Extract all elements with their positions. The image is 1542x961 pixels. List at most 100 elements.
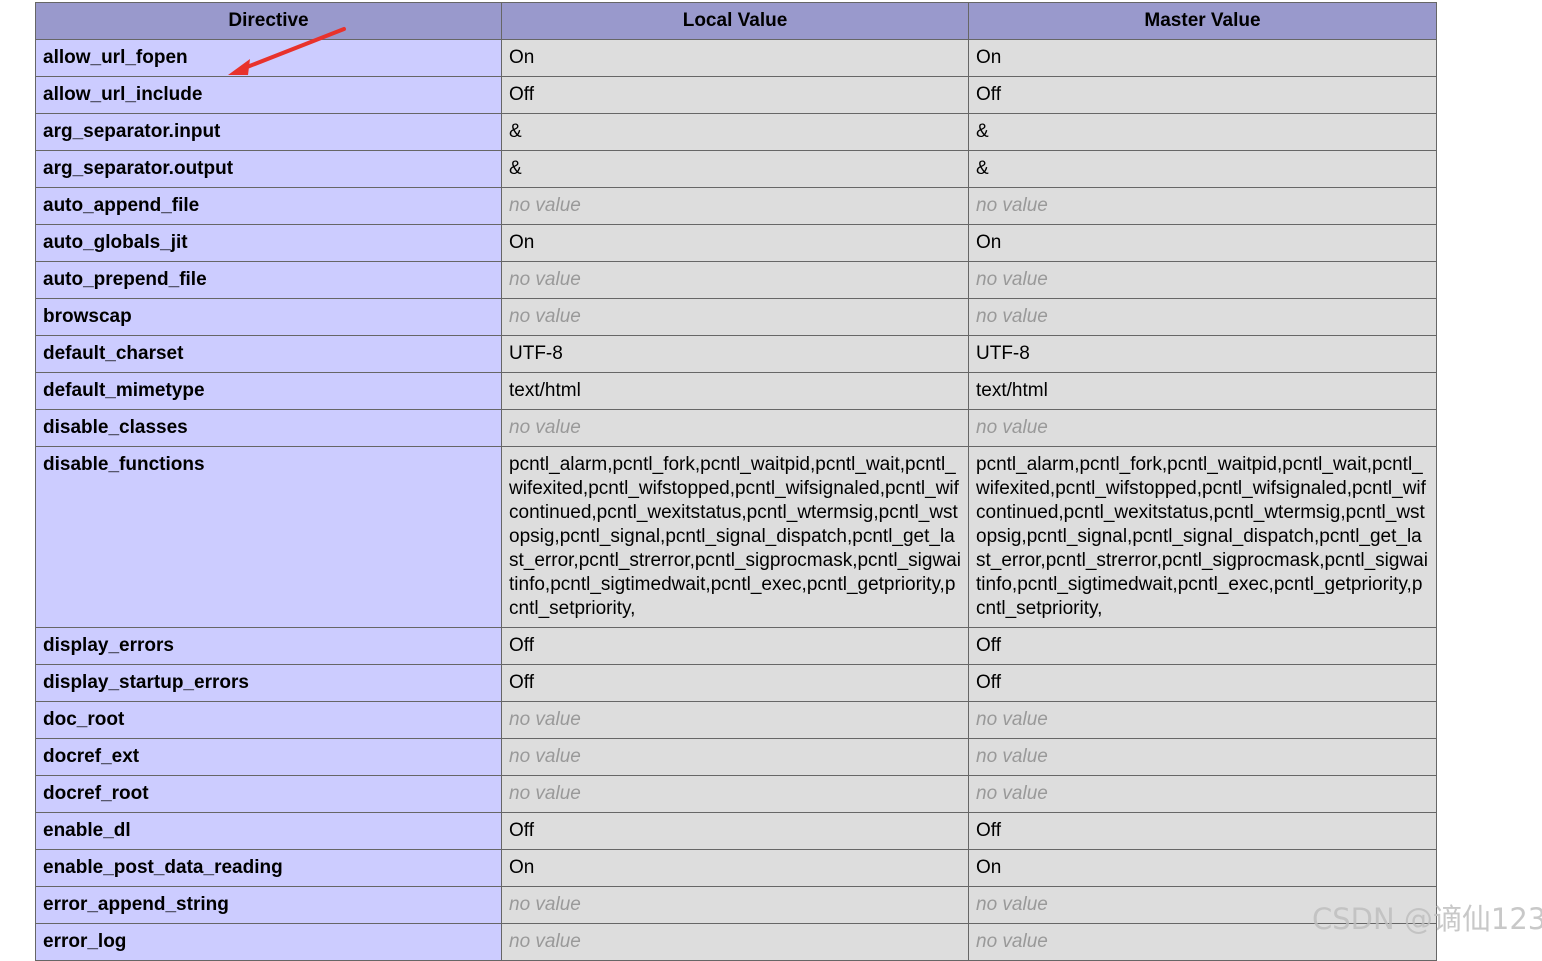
table-row: auto_prepend_file no value no value xyxy=(35,261,1437,299)
master-value-cell: Off xyxy=(968,812,1437,850)
table-row: auto_globals_jit On On xyxy=(35,224,1437,262)
local-value-cell: text/html xyxy=(501,372,969,410)
table-body: allow_url_fopen On On allow_url_include Off O… xyxy=(35,39,1437,961)
directive-name: allow_url_include xyxy=(35,76,502,114)
no-value-text: no value xyxy=(976,894,1048,915)
directive-name: display_errors xyxy=(35,627,502,665)
master-value-cell: & xyxy=(968,150,1437,188)
local-value-cell: & xyxy=(501,150,969,188)
no-value-text: no value xyxy=(509,195,581,216)
directive-name: arg_separator.input xyxy=(35,113,502,151)
directive-name: default_mimetype xyxy=(35,372,502,410)
master-value-cell: text/html xyxy=(968,372,1437,410)
table-row: allow_url_include Off Off xyxy=(35,76,1437,114)
directive-name: display_startup_errors xyxy=(35,664,502,702)
local-value-cell: no value xyxy=(501,886,969,924)
master-value-cell: On xyxy=(968,849,1437,887)
local-value-cell: Off xyxy=(501,812,969,850)
master-value-cell: no value xyxy=(968,261,1437,299)
table-header-row: Directive Local Value Master Value xyxy=(35,2,1437,40)
master-value-cell: no value xyxy=(968,701,1437,739)
table-row: default_charset UTF-8 UTF-8 xyxy=(35,335,1437,373)
table-row: docref_root no value no value xyxy=(35,775,1437,813)
table-row: browscap no value no value xyxy=(35,298,1437,336)
local-value-cell: & xyxy=(501,113,969,151)
no-value-text: no value xyxy=(509,269,581,290)
no-value-text: no value xyxy=(509,746,581,767)
directive-name: docref_root xyxy=(35,775,502,813)
table-row: arg_separator.output & & xyxy=(35,150,1437,188)
no-value-text: no value xyxy=(976,746,1048,767)
no-value-text: no value xyxy=(976,306,1048,327)
master-value-cell: Off xyxy=(968,627,1437,665)
table-row: doc_root no value no value xyxy=(35,701,1437,739)
local-value-cell: On xyxy=(501,224,969,262)
table-row: enable_dl Off Off xyxy=(35,812,1437,850)
master-value-cell: On xyxy=(968,224,1437,262)
directive-name: doc_root xyxy=(35,701,502,739)
master-value-cell: On xyxy=(968,39,1437,77)
phpinfo-directive-table-container: Directive Local Value Master Value allow… xyxy=(35,2,1437,961)
no-value-text: no value xyxy=(976,709,1048,730)
table-row: enable_post_data_reading On On xyxy=(35,849,1437,887)
directive-name: default_charset xyxy=(35,335,502,373)
directive-name: error_append_string xyxy=(35,886,502,924)
local-value-cell: UTF-8 xyxy=(501,335,969,373)
master-value-cell: no value xyxy=(968,187,1437,225)
table-row: disable_functions pcntl_alarm,pcntl_fork,… xyxy=(35,446,1437,628)
table-row: arg_separator.input & & xyxy=(35,113,1437,151)
table-row: allow_url_fopen On On xyxy=(35,39,1437,77)
directive-name: auto_append_file xyxy=(35,187,502,225)
table-row: display_startup_errors Off Off xyxy=(35,664,1437,702)
local-value-cell: On xyxy=(501,849,969,887)
no-value-text: no value xyxy=(976,417,1048,438)
no-value-text: no value xyxy=(976,783,1048,804)
header-local-value: Local Value xyxy=(501,2,969,40)
local-value-cell: no value xyxy=(501,298,969,336)
local-value-cell: Off xyxy=(501,627,969,665)
local-value-cell: no value xyxy=(501,261,969,299)
directive-name: enable_dl xyxy=(35,812,502,850)
phpinfo-directive-table: Directive Local Value Master Value allow… xyxy=(35,2,1437,961)
local-value-cell: no value xyxy=(501,923,969,961)
master-value-cell: Off xyxy=(968,664,1437,702)
local-value-cell: no value xyxy=(501,775,969,813)
local-value-cell: Off xyxy=(501,76,969,114)
directive-name: docref_ext xyxy=(35,738,502,776)
table-row: docref_ext no value no value xyxy=(35,738,1437,776)
directive-name: disable_functions xyxy=(35,446,502,628)
master-value-cell: UTF-8 xyxy=(968,335,1437,373)
table-row: default_mimetype text/html text/html xyxy=(35,372,1437,410)
local-value-cell: no value xyxy=(501,187,969,225)
directive-name: auto_prepend_file xyxy=(35,261,502,299)
local-value-cell: pcntl_alarm,pcntl_fork,pcntl_waitpid,pcn… xyxy=(501,446,969,628)
no-value-text: no value xyxy=(509,783,581,804)
table-row: error_append_string no value no value xyxy=(35,886,1437,924)
master-value-cell: no value xyxy=(968,775,1437,813)
header-master-value: Master Value xyxy=(968,2,1437,40)
local-value-cell: no value xyxy=(501,701,969,739)
no-value-text: no value xyxy=(509,709,581,730)
no-value-text: no value xyxy=(509,417,581,438)
master-value-cell: no value xyxy=(968,298,1437,336)
no-value-text: no value xyxy=(976,195,1048,216)
header-directive: Directive xyxy=(35,2,502,40)
no-value-text: no value xyxy=(976,269,1048,290)
table-row: disable_classes no value no value xyxy=(35,409,1437,447)
master-value-cell: & xyxy=(968,113,1437,151)
directive-name: allow_url_fopen xyxy=(35,39,502,77)
local-value-cell: Off xyxy=(501,664,969,702)
directive-name: disable_classes xyxy=(35,409,502,447)
no-value-text: no value xyxy=(509,306,581,327)
local-value-cell: no value xyxy=(501,409,969,447)
local-value-cell: On xyxy=(501,39,969,77)
directive-name: error_log xyxy=(35,923,502,961)
table-row: auto_append_file no value no value xyxy=(35,187,1437,225)
local-value-cell: no value xyxy=(501,738,969,776)
directive-name: arg_separator.output xyxy=(35,150,502,188)
directive-name: browscap xyxy=(35,298,502,336)
master-value-cell: Off xyxy=(968,76,1437,114)
no-value-text: no value xyxy=(509,894,581,915)
master-value-cell: no value xyxy=(968,738,1437,776)
master-value-cell: pcntl_alarm,pcntl_fork,pcntl_waitpid,pcn… xyxy=(968,446,1437,628)
